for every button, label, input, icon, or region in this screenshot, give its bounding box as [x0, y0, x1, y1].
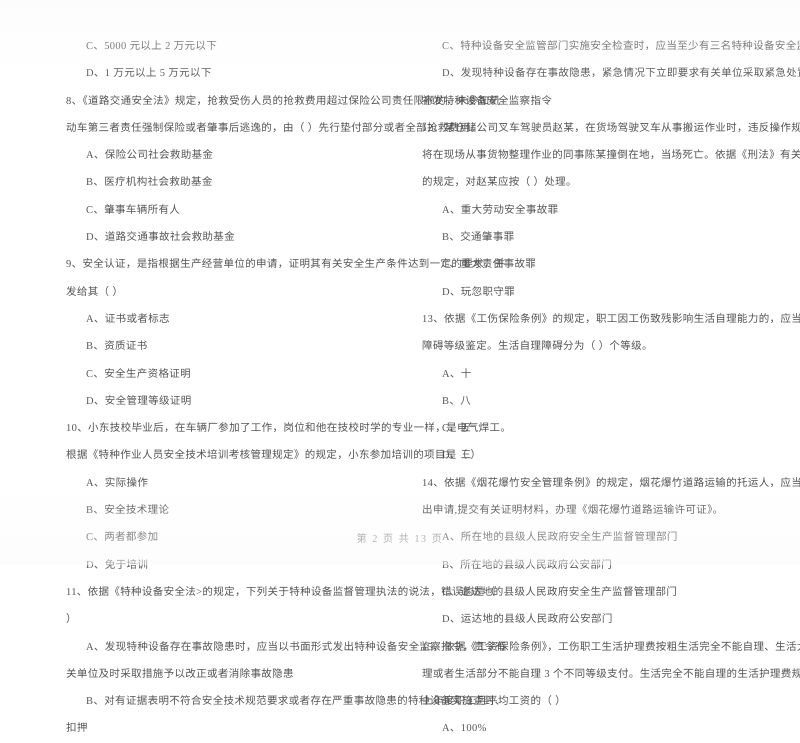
answer-option-line: A、保险公司社会救助基金 [86, 150, 214, 162]
answer-option-line: D、三 [442, 450, 472, 462]
question-continuation-line: 理或者生活部分不能自理 3 个不同等级支付。生活完全不能自理的生活护理费规范为统… [422, 668, 800, 680]
question-stem-line: 8、《道路交通安全法》规定，抢救受伤人员的抢救费用超过保险公司责任限额的，未参加… [66, 95, 501, 107]
answer-option-line: D、发现特种设备存在事故隐患，紧急情况下立即要求有关单位采取紧急处置措施，随后 [442, 68, 800, 80]
answer-option-line: C、重大责任事故罪 [442, 259, 537, 271]
question-continuation-line: 动车第三者责任强制保险或者肇事后逃逸的，由（ ）先行垫付部分或者全部抢救费用。 [66, 122, 482, 134]
answer-option-line: A、十 [442, 368, 472, 380]
left-column: C、5000 元以上 2 万元以下 D、1 万元以上 5 万元以下 8、《道路交通安… [0, 33, 512, 743]
answer-option-line: C、运达地的县级人民政府安全生产监督管理部门 [442, 586, 678, 598]
answer-option-line: B、所在地的县级人民政府公安部门 [442, 559, 613, 571]
answer-option-line: A、100% [442, 723, 487, 735]
answer-option-line: A、重大劳动安全事故罪 [442, 204, 559, 216]
question-continuation-line: 扣押 [66, 723, 88, 735]
question-stem-line: 11、依据《特种设备安全法>的规定，下列关于特种设备监督管理执法的说法，错误的是… [66, 586, 496, 598]
answer-option-line: B、对有证据表明不符合安全技术规范要求或者存在严重事故隐患的特种设备实施查封、 [86, 696, 506, 708]
answer-option-line: C、安全生产资格证明 [86, 368, 192, 380]
question-stem-line: 9、安全认证，是指根据生产经营单位的申请，证明其有关安全生产条件达到一定的要求，… [66, 259, 506, 271]
question-continuation-line: 上年度职工月平均工资的（ ） [422, 696, 567, 708]
answer-option-line: D、安全管理等级证明 [86, 395, 192, 407]
page-columns: C、5000 元以上 2 万元以下 D、1 万元以上 5 万元以下 8、《道路交通安… [0, 33, 800, 743]
answer-option-line: A、实际操作 [86, 477, 149, 489]
answer-option-line: B、交通肇事罪 [442, 232, 515, 244]
answer-option-line: B、八 [442, 395, 472, 407]
question-continuation-line: 的规定，对赵某应按（ ）处理。 [422, 177, 577, 189]
question-continuation-line: 关单位及时采取措施予以改正或者消除事故隐患 [66, 668, 294, 680]
answer-option-line: A、证书或者标志 [86, 313, 170, 325]
question-continuation-line: 将在现场从事货物整理作业的同事陈某撞倒在地，当场死亡。依据《刑法》有关安全生产犯… [422, 150, 800, 162]
question-stem-line: 15、依据《工资保险条例》，工伤职工生活护理费按粗生活完全不能自理、生活大部分不… [422, 641, 800, 653]
answer-option-line: B、资质证书 [86, 341, 148, 353]
question-stem-line: 13、依据《工伤保险条例》的规定，职工因工伤致残影响生活自理能力的，应当进行生活… [422, 313, 800, 325]
answer-option-line: D、运达地的县级人民政府公安部门 [442, 614, 613, 626]
question-stem-line: 12、某仓储公司叉车驾驶员赵某，在货场驾驶叉车从事搬运作业时，违反操作规程，超速… [422, 122, 800, 134]
answer-option-line: C、5000 元以上 2 万元以下 [86, 41, 218, 52]
question-stem-line: 10、小东技校毕业后，在车辆厂参加了工作，岗位和他在技校时学的专业一样，是电气焊… [66, 423, 512, 435]
question-continuation-line: 根据《特种作业人员安全技术培训考核管理规定》的规定，小东参加培训的项目是（ ） [66, 450, 482, 462]
question-stem-line: 14、依据《烟花爆竹安全管理条例》的规定，烟花爆竹道路运输的托运人，应当向（ ）… [422, 477, 800, 489]
question-continuation-line: ） [66, 614, 77, 626]
answer-option-line: B、安全技术理论 [86, 505, 170, 517]
scanned-page: C、5000 元以上 2 万元以下 D、1 万元以上 5 万元以下 8、《道路交通安… [0, 0, 800, 734]
question-continuation-line: 补发特种设备安全监察指令 [422, 95, 553, 107]
page-footer: 第 2 页 共 13 页 [356, 534, 444, 545]
answer-option-line: C、五 [442, 423, 472, 435]
answer-option-line: A、发现特种设备存在事故隐患时，应当以书面形式发出特种设备安全监察指令，责令有 [86, 641, 507, 653]
right-column: C、特种设备安全监管部门实施安全检查时，应当至少有三名特种设备安全监察员参加 D、… [400, 33, 800, 743]
answer-option-line: C、肇事车辆所有人 [86, 204, 181, 216]
question-continuation-line: 障碍等级鉴定。生活自理障碍分为（ ）个等级。 [422, 341, 653, 353]
question-continuation-line: 发给其（ ） [66, 286, 124, 298]
answer-option-line: B、医疗机构社会救助基金 [86, 177, 213, 189]
answer-option-line: D、道路交通事故社会救助基金 [86, 232, 235, 244]
question-continuation-line: 出申请,提交有关证明材料，办理《烟花爆竹道路运输许可证》。 [422, 505, 724, 517]
answer-option-line: D、免于培训 [86, 559, 149, 571]
answer-option-line: D、玩忽职守罪 [442, 286, 516, 298]
answer-option-line: D、1 万元以上 5 万元以下 [86, 68, 212, 80]
answer-option-line: C、特种设备安全监管部门实施安全检查时，应当至少有三名特种设备安全监察员参加 [442, 41, 800, 52]
